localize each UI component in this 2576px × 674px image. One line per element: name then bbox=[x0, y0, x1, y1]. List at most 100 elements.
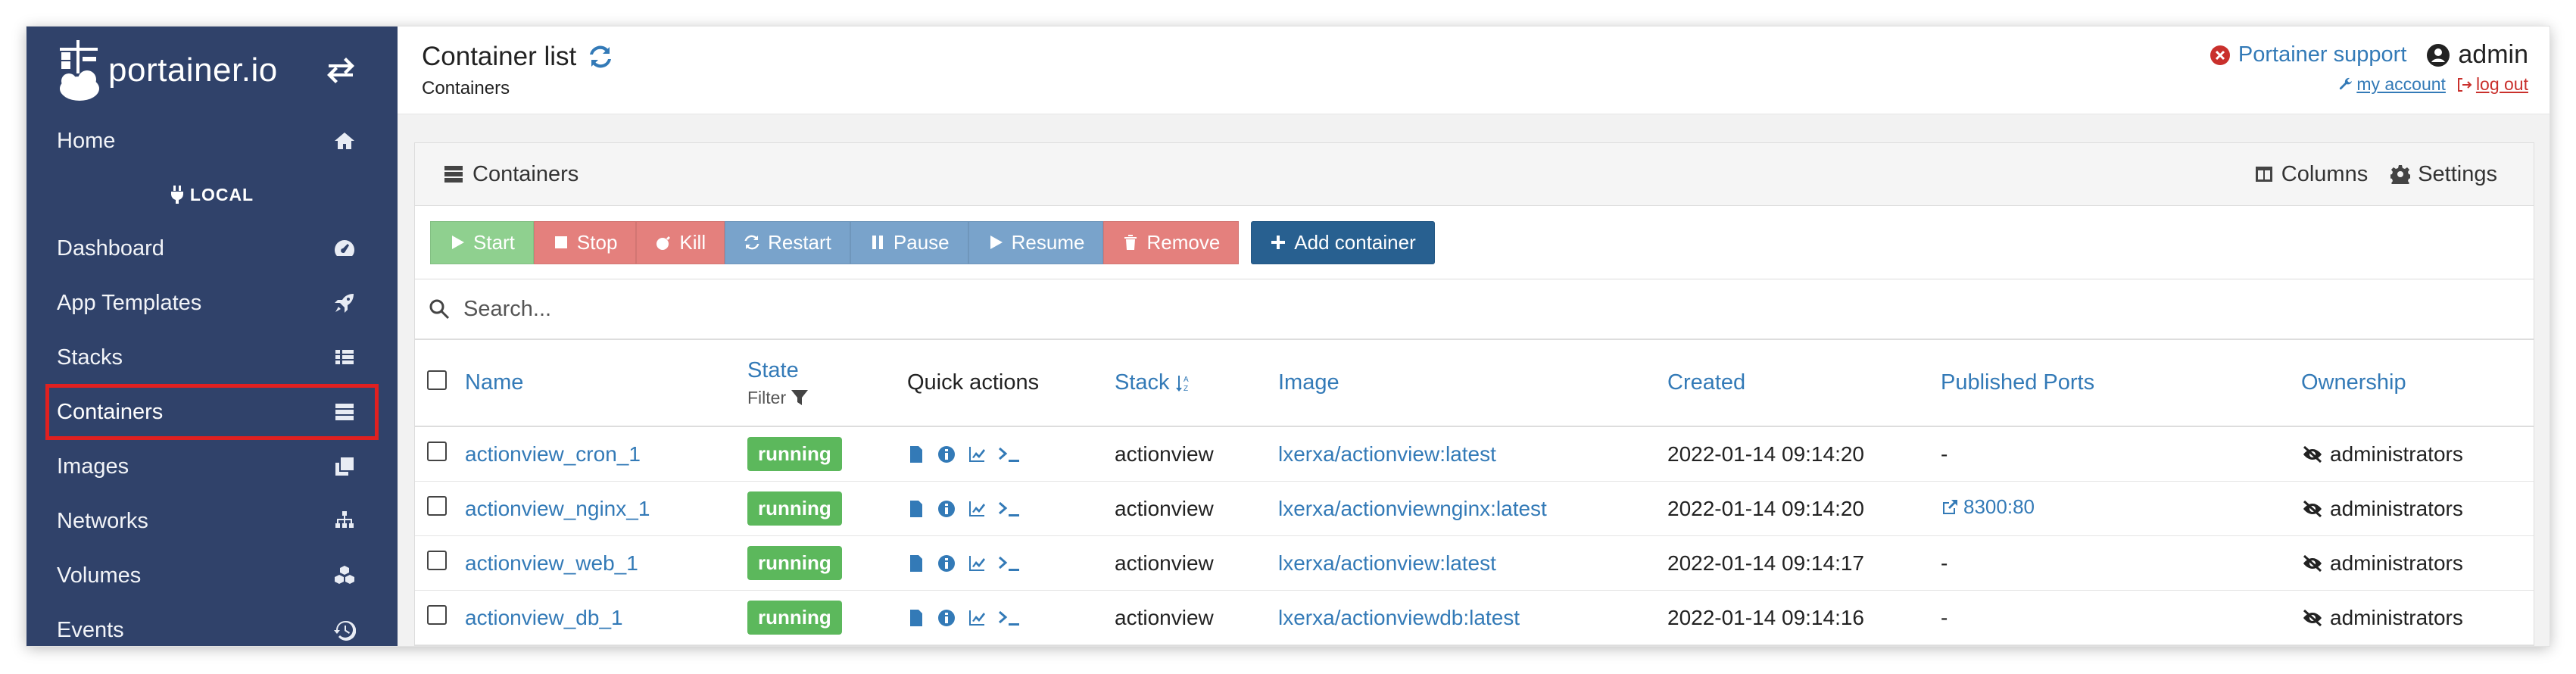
containers-table: Name State Filter Quick actions Stack A … bbox=[415, 340, 2534, 645]
logo[interactable]: portainer.io bbox=[27, 27, 398, 114]
sidebar-item-label: Dashboard bbox=[57, 236, 164, 261]
add-container-button[interactable]: Add container bbox=[1251, 220, 1435, 264]
container-name-link[interactable]: actionview_nginx_1 bbox=[465, 497, 650, 520]
kill-button[interactable]: Kill bbox=[636, 220, 725, 264]
created-cell: 2022-01-14 09:14:16 bbox=[1667, 590, 1941, 645]
sidebar-item-label: App Templates bbox=[57, 290, 202, 315]
column-name[interactable]: Name bbox=[465, 370, 523, 395]
columns-icon bbox=[2255, 167, 2272, 182]
stats-icon[interactable] bbox=[968, 609, 986, 627]
ports-cell: - bbox=[1941, 590, 2301, 645]
sidebar-item-label: Networks bbox=[57, 508, 148, 533]
columns-button[interactable]: Columns bbox=[2254, 162, 2368, 187]
list-icon bbox=[335, 350, 354, 364]
stack-cell: actionview bbox=[1115, 426, 1278, 482]
logs-icon[interactable] bbox=[907, 554, 925, 573]
row-checkbox[interactable] bbox=[427, 496, 447, 516]
stats-icon[interactable] bbox=[968, 554, 986, 573]
sidebar-item-label: Stacks bbox=[57, 345, 123, 370]
swap-arrows-icon[interactable] bbox=[326, 57, 356, 84]
info-icon[interactable] bbox=[937, 554, 956, 573]
column-stack[interactable]: Stack AZ bbox=[1115, 370, 1191, 395]
pause-icon bbox=[872, 236, 883, 249]
action-toolbar: Start Stop Kill Restart Pause Resume Rem… bbox=[415, 206, 2534, 279]
wrench-icon bbox=[2340, 77, 2353, 89]
sidebar-item-events[interactable]: Events bbox=[27, 603, 398, 646]
info-icon[interactable] bbox=[937, 445, 956, 463]
info-icon[interactable] bbox=[937, 609, 956, 627]
container-name-link[interactable]: actionview_db_1 bbox=[465, 606, 623, 629]
sidebar-item-volumes[interactable]: Volumes bbox=[27, 548, 398, 603]
pause-button[interactable]: Pause bbox=[850, 220, 968, 264]
sidebar-item-dashboard[interactable]: Dashboard bbox=[27, 221, 398, 276]
play-icon bbox=[452, 236, 464, 249]
settings-button[interactable]: Settings bbox=[2390, 162, 2497, 187]
console-icon[interactable] bbox=[998, 554, 1021, 573]
column-state[interactable]: State bbox=[747, 358, 799, 382]
quick-actions bbox=[907, 554, 1115, 573]
resume-button[interactable]: Resume bbox=[968, 220, 1104, 264]
sidebar-item-images[interactable]: Images bbox=[27, 439, 398, 494]
row-checkbox[interactable] bbox=[427, 442, 447, 461]
remove-button[interactable]: Remove bbox=[1103, 220, 1240, 264]
log-out-link[interactable]: log out bbox=[2456, 74, 2528, 95]
status-badge: running bbox=[747, 491, 842, 526]
start-button[interactable]: Start bbox=[430, 220, 534, 264]
page-header: Container list Containers Portainer supp… bbox=[398, 27, 2549, 114]
sidebar-item-app-templates[interactable]: App Templates bbox=[27, 276, 398, 330]
main-content: Container list Containers Portainer supp… bbox=[398, 27, 2549, 646]
table-header-row: Name State Filter Quick actions Stack A … bbox=[415, 340, 2534, 427]
select-all-checkbox[interactable] bbox=[427, 370, 447, 390]
support-link[interactable]: Portainer support bbox=[2210, 42, 2406, 67]
column-ownership[interactable]: Ownership bbox=[2301, 370, 2406, 395]
user-circle-icon bbox=[2427, 43, 2450, 67]
console-icon[interactable] bbox=[998, 500, 1021, 518]
row-checkbox[interactable] bbox=[427, 605, 447, 625]
refresh-icon[interactable] bbox=[587, 43, 614, 70]
status-badge: running bbox=[747, 546, 842, 580]
console-icon[interactable] bbox=[998, 445, 1021, 463]
image-link[interactable]: lxerxa/actionview:latest bbox=[1278, 442, 1496, 466]
stats-icon[interactable] bbox=[968, 500, 986, 518]
logs-icon[interactable] bbox=[907, 445, 925, 463]
row-checkbox[interactable] bbox=[427, 551, 447, 570]
created-cell: 2022-01-14 09:14:17 bbox=[1667, 535, 1941, 591]
sidebar-item-containers[interactable]: Containers bbox=[45, 384, 379, 440]
stats-icon[interactable] bbox=[968, 445, 986, 463]
search-input[interactable] bbox=[462, 295, 1146, 323]
environment-label: LOCAL bbox=[27, 168, 398, 221]
history-icon bbox=[334, 620, 356, 641]
logs-icon[interactable] bbox=[907, 609, 925, 627]
container-name-link[interactable]: actionview_cron_1 bbox=[465, 442, 641, 466]
image-link[interactable]: lxerxa/actionview:latest bbox=[1278, 551, 1496, 575]
column-created[interactable]: Created bbox=[1667, 370, 1745, 395]
stack-cell: actionview bbox=[1115, 535, 1278, 591]
my-account-link[interactable]: my account bbox=[2338, 74, 2446, 95]
container-name-link[interactable]: actionview_web_1 bbox=[465, 551, 638, 575]
svg-text:A: A bbox=[1184, 376, 1189, 384]
sidebar-item-home[interactable]: Home bbox=[27, 114, 398, 168]
trash-icon bbox=[1124, 235, 1137, 250]
column-image[interactable]: Image bbox=[1278, 370, 1339, 395]
published-port-link[interactable]: 8300:80 bbox=[1941, 495, 2035, 519]
gear-icon bbox=[2390, 165, 2411, 184]
created-cell: 2022-01-14 09:14:20 bbox=[1667, 481, 1941, 536]
breadcrumb: Containers bbox=[422, 78, 510, 98]
state-filter[interactable]: Filter bbox=[747, 388, 907, 408]
column-published-ports[interactable]: Published Ports bbox=[1941, 370, 2094, 395]
info-icon[interactable] bbox=[937, 500, 956, 518]
table-row: actionview_web_1 running actionview lxer… bbox=[415, 535, 2534, 591]
sidebar-item-networks[interactable]: Networks bbox=[27, 494, 398, 548]
restart-button[interactable]: Restart bbox=[725, 220, 850, 264]
sidebar: portainer.io Home LOCAL Dashboard App Te… bbox=[27, 27, 398, 646]
quick-actions bbox=[907, 609, 1115, 627]
eye-slash-icon bbox=[2303, 554, 2322, 572]
logs-icon[interactable] bbox=[907, 500, 925, 518]
plus-icon bbox=[1271, 236, 1286, 249]
home-icon bbox=[335, 133, 354, 149]
sidebar-item-stacks[interactable]: Stacks bbox=[27, 330, 398, 385]
stop-button[interactable]: Stop bbox=[533, 220, 637, 264]
image-link[interactable]: lxerxa/actionviewdb:latest bbox=[1278, 606, 1520, 629]
console-icon[interactable] bbox=[998, 609, 1021, 627]
image-link[interactable]: lxerxa/actionviewnginx:latest bbox=[1278, 497, 1547, 520]
